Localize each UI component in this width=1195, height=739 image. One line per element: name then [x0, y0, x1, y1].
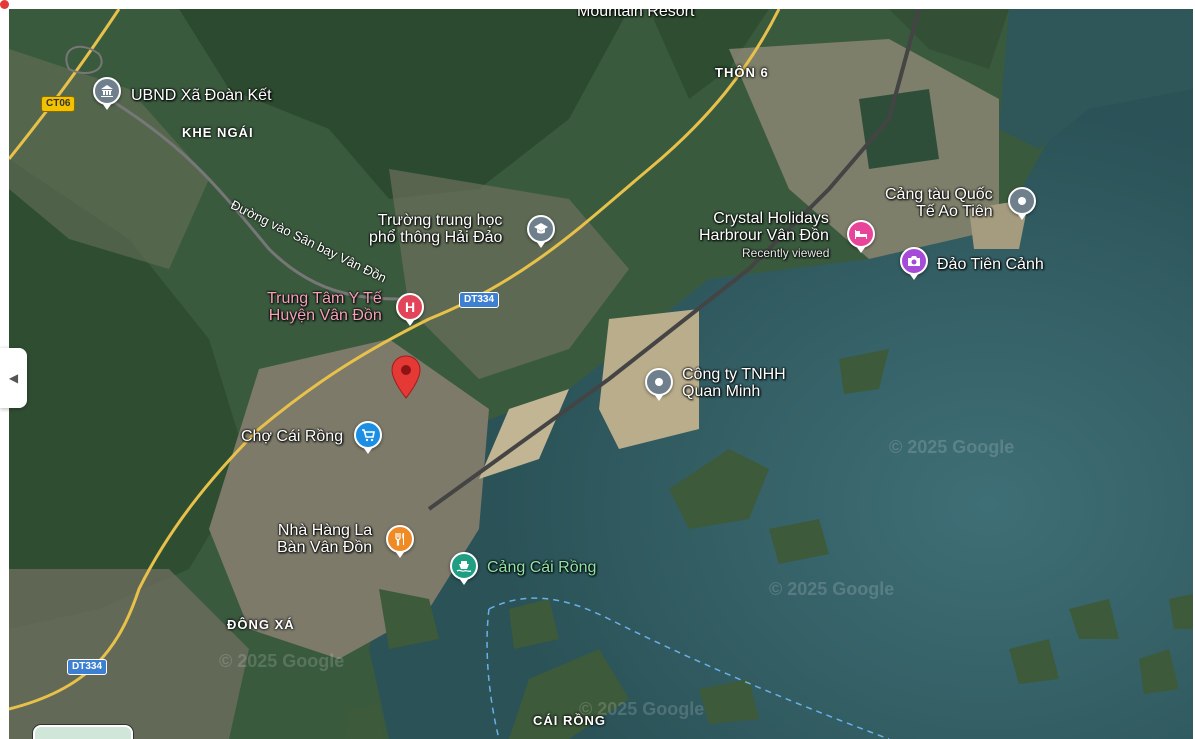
collapse-panel-button[interactable]: ◀	[0, 348, 27, 408]
poi-label-trung-tam-y-te[interactable]: Trung Tâm Y Tế Huyện Vân Đồn	[267, 290, 382, 324]
restaurant-icon[interactable]	[386, 525, 414, 558]
school-icon[interactable]	[527, 215, 555, 248]
poi-label-crystal-line2: Harbrour Vân Đồn	[699, 227, 829, 244]
poi-label-cong-ty-line2: Quan Minh	[682, 383, 761, 400]
area-label-thon-6: THÔN 6	[715, 65, 769, 80]
poi-label-cang-cai-rong[interactable]: Cảng Cái Rồng	[487, 559, 596, 576]
poi-label-cong-ty-line1: Công ty TNHH	[682, 366, 786, 383]
map-canvas[interactable]: © 2025 Google © 2025 Google © 2025 Googl…	[9, 9, 1193, 739]
poi-label-cang-quoc-te[interactable]: Cảng tàu Quốc Tế Ao Tiên	[885, 186, 993, 220]
camera-icon[interactable]	[900, 247, 928, 280]
area-label-cai-rong: CÁI RỒNG	[533, 713, 606, 728]
place-icon[interactable]	[645, 368, 673, 401]
road-shield-dt334: DT334	[459, 292, 500, 308]
area-label-dong-xa: ĐÔNG XÁ	[227, 617, 295, 632]
shopping-cart-icon[interactable]	[354, 421, 382, 454]
road-shield-dt334: DT334	[67, 659, 108, 675]
poi-label-cang-quoc-te-line2: Tế Ao Tiên	[916, 203, 993, 220]
poi-label-crystal[interactable]: Crystal Holidays Harbrour Vân Đồn	[699, 210, 829, 244]
poi-label-ubnd[interactable]: UBND Xã Đoàn Kết	[131, 87, 272, 104]
hospital-icon[interactable]: H	[396, 293, 424, 326]
hotel-icon[interactable]	[847, 220, 875, 253]
poi-label-nha-hang-line2: Bàn Vân Đồn	[277, 539, 373, 556]
poi-label-cho-cai-rong[interactable]: Chợ Cái Rồng	[241, 428, 343, 445]
poi-label-truong[interactable]: Trường trung học phổ thông Hải Đảo	[369, 212, 502, 246]
area-label-khe-ngai: KHE NGÁI	[182, 125, 254, 140]
poi-label-truong-line2: phổ thông Hải Đảo	[369, 229, 503, 246]
layers-toggle-button[interactable]	[33, 725, 133, 739]
recently-viewed-label: Recently viewed	[742, 246, 830, 260]
poi-label-nha-hang-line1: Nhà Hàng La	[277, 522, 373, 539]
poi-label-truong-line1: Trường trung học	[377, 212, 503, 229]
google-watermark: © 2025 Google	[219, 651, 345, 671]
road-shield-ct06: CT06	[41, 96, 76, 112]
government-building-icon[interactable]	[93, 77, 121, 110]
poi-label-trung-tam-line1: Trung Tâm Y Tế	[267, 290, 382, 307]
poi-label-nha-hang[interactable]: Nhà Hàng La Bàn Vân Đồn	[277, 522, 372, 556]
mountain-resort-label[interactable]: Mountain Resort	[577, 9, 694, 20]
top-left-indicator	[0, 0, 9, 9]
satellite-imagery	[9, 9, 1193, 739]
poi-label-trung-tam-line2: Huyện Vân Đồn	[268, 307, 382, 324]
ferry-icon[interactable]	[450, 552, 478, 585]
poi-label-dao-tien-canh[interactable]: Đảo Tiên Cảnh	[937, 256, 1044, 273]
poi-label-cong-ty[interactable]: Công ty TNHH Quan Minh	[682, 366, 786, 400]
google-watermark: © 2025 Google	[769, 579, 895, 599]
place-icon[interactable]	[1008, 187, 1036, 220]
poi-label-crystal-line1: Crystal Holidays	[713, 210, 829, 227]
google-watermark: © 2025 Google	[889, 437, 1015, 457]
red-marker-icon[interactable]	[391, 355, 421, 399]
poi-label-cang-quoc-te-line1: Cảng tàu Quốc	[885, 186, 993, 203]
chevron-left-icon: ◀	[8, 371, 19, 385]
